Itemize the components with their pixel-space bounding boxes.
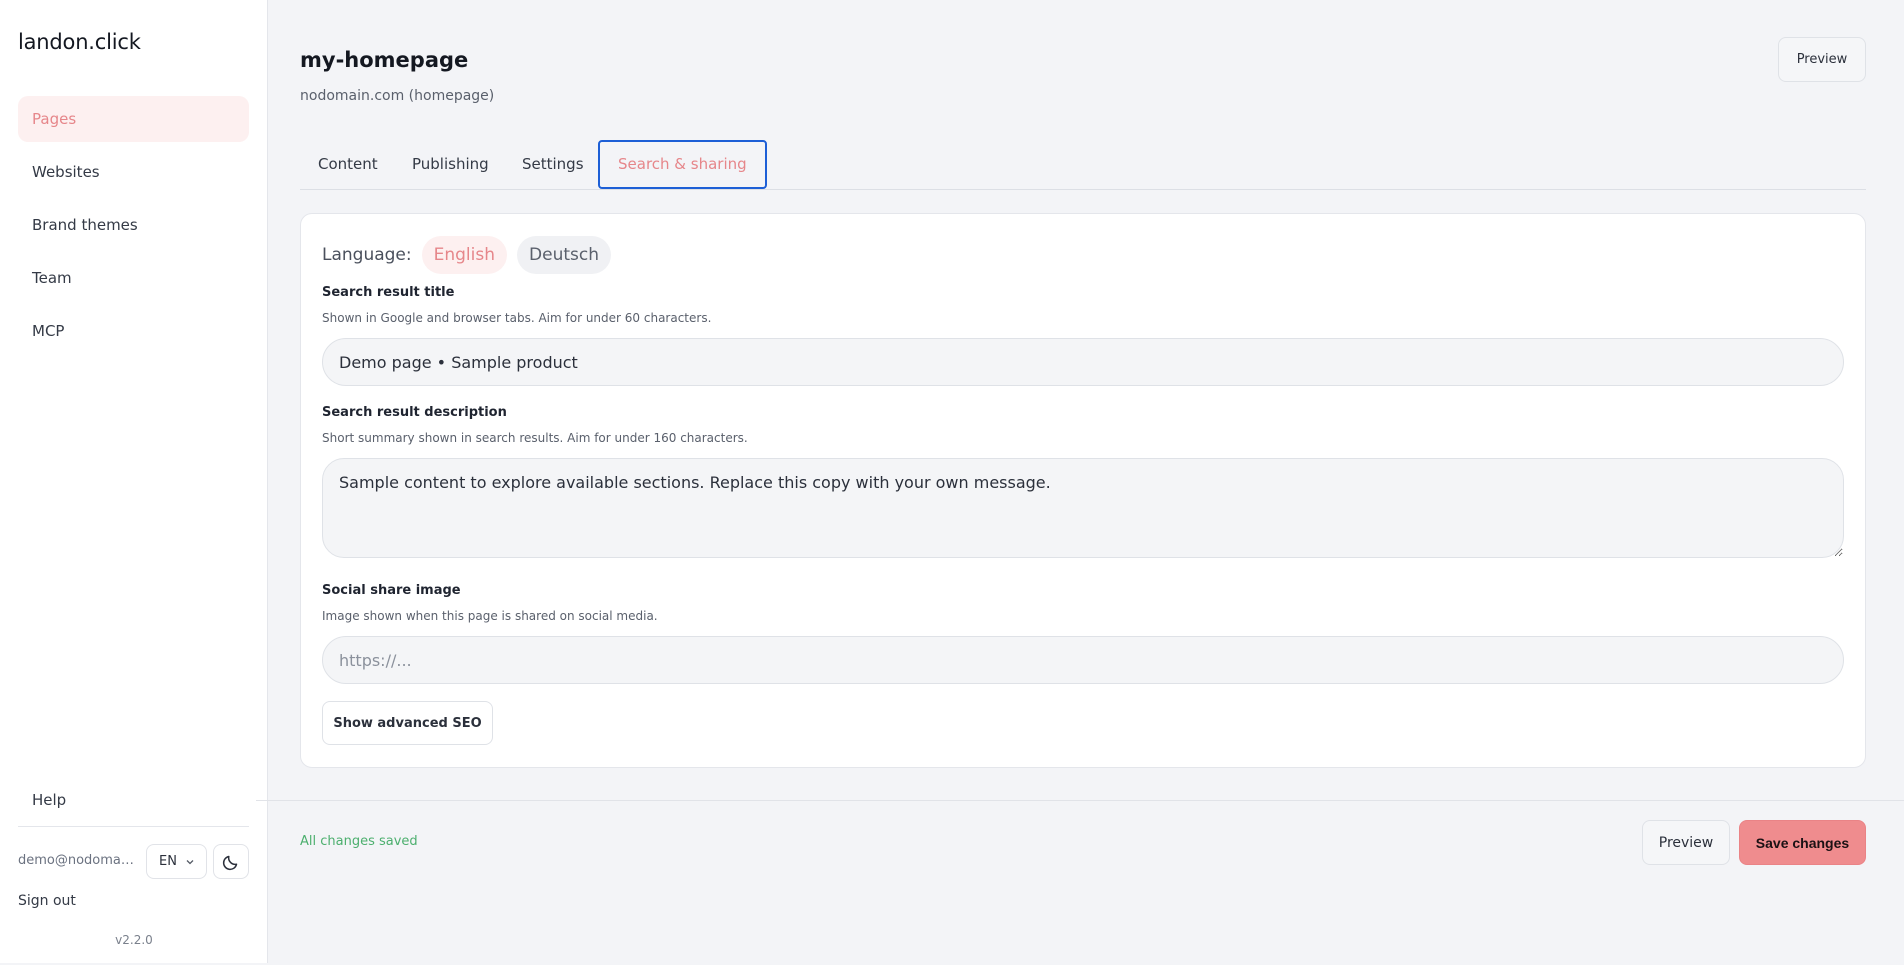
search-description-textarea[interactable]: Sample content to explore available sect…	[322, 458, 1844, 558]
language-deutsch[interactable]: Deutsch	[517, 236, 611, 274]
preview-button-top[interactable]: Preview	[1778, 37, 1866, 82]
tab-content[interactable]: Content	[300, 140, 396, 189]
description-help: Short summary shown in search results. A…	[322, 431, 748, 445]
title-help: Shown in Google and browser tabs. Aim fo…	[322, 311, 712, 325]
search-title-input[interactable]	[322, 338, 1844, 386]
language-select-value: EN	[159, 854, 177, 869]
sidebar: landon.click Pages Websites Brand themes…	[0, 0, 268, 963]
sidebar-item-mcp[interactable]: MCP	[18, 308, 249, 354]
save-changes-button[interactable]: Save changes	[1739, 820, 1866, 865]
show-advanced-seo-button[interactable]: Show advanced SEO	[322, 701, 493, 745]
page-domain: nodomain.com (homepage)	[300, 88, 495, 104]
page-title: my-homepage	[300, 48, 469, 72]
sidebar-item-brand-themes[interactable]: Brand themes	[18, 202, 249, 248]
image-label: Social share image	[322, 583, 461, 598]
language-switcher: Language: English Deutsch	[322, 236, 611, 274]
preview-button-bottom[interactable]: Preview	[1642, 820, 1730, 865]
title-label: Search result title	[322, 285, 455, 300]
chevron-down-icon	[186, 859, 194, 864]
seo-settings-card: Language: English Deutsch Search result …	[300, 213, 1866, 768]
sidebar-item-pages[interactable]: Pages	[18, 96, 249, 142]
description-label: Search result description	[322, 405, 507, 420]
language-label: Language:	[322, 245, 412, 265]
sidebar-divider	[18, 826, 249, 827]
help-link[interactable]: Help	[32, 791, 66, 809]
theme-toggle-button[interactable]	[213, 844, 249, 879]
language-select[interactable]: EN	[146, 844, 207, 879]
image-help: Image shown when this page is shared on …	[322, 609, 658, 623]
sign-out-link[interactable]: Sign out	[18, 893, 76, 909]
tab-publishing[interactable]: Publishing	[394, 140, 507, 189]
moon-icon	[222, 855, 238, 870]
language-english[interactable]: English	[421, 236, 508, 274]
page-tabs: Content Publishing Settings Search & sha…	[300, 140, 1866, 190]
sidebar-item-team[interactable]: Team	[18, 255, 249, 301]
user-email: demo@nodomain....	[18, 853, 136, 868]
tab-search-sharing[interactable]: Search & sharing	[598, 140, 767, 189]
sidebar-nav: Pages Websites Brand themes Team MCP	[18, 96, 249, 361]
save-status: All changes saved	[300, 834, 418, 849]
social-image-input[interactable]	[322, 636, 1844, 684]
tab-settings[interactable]: Settings	[504, 140, 602, 189]
sidebar-item-websites[interactable]: Websites	[18, 149, 249, 195]
app-version: v2.2.0	[115, 933, 153, 947]
brand-logo[interactable]: landon.click	[18, 30, 141, 54]
